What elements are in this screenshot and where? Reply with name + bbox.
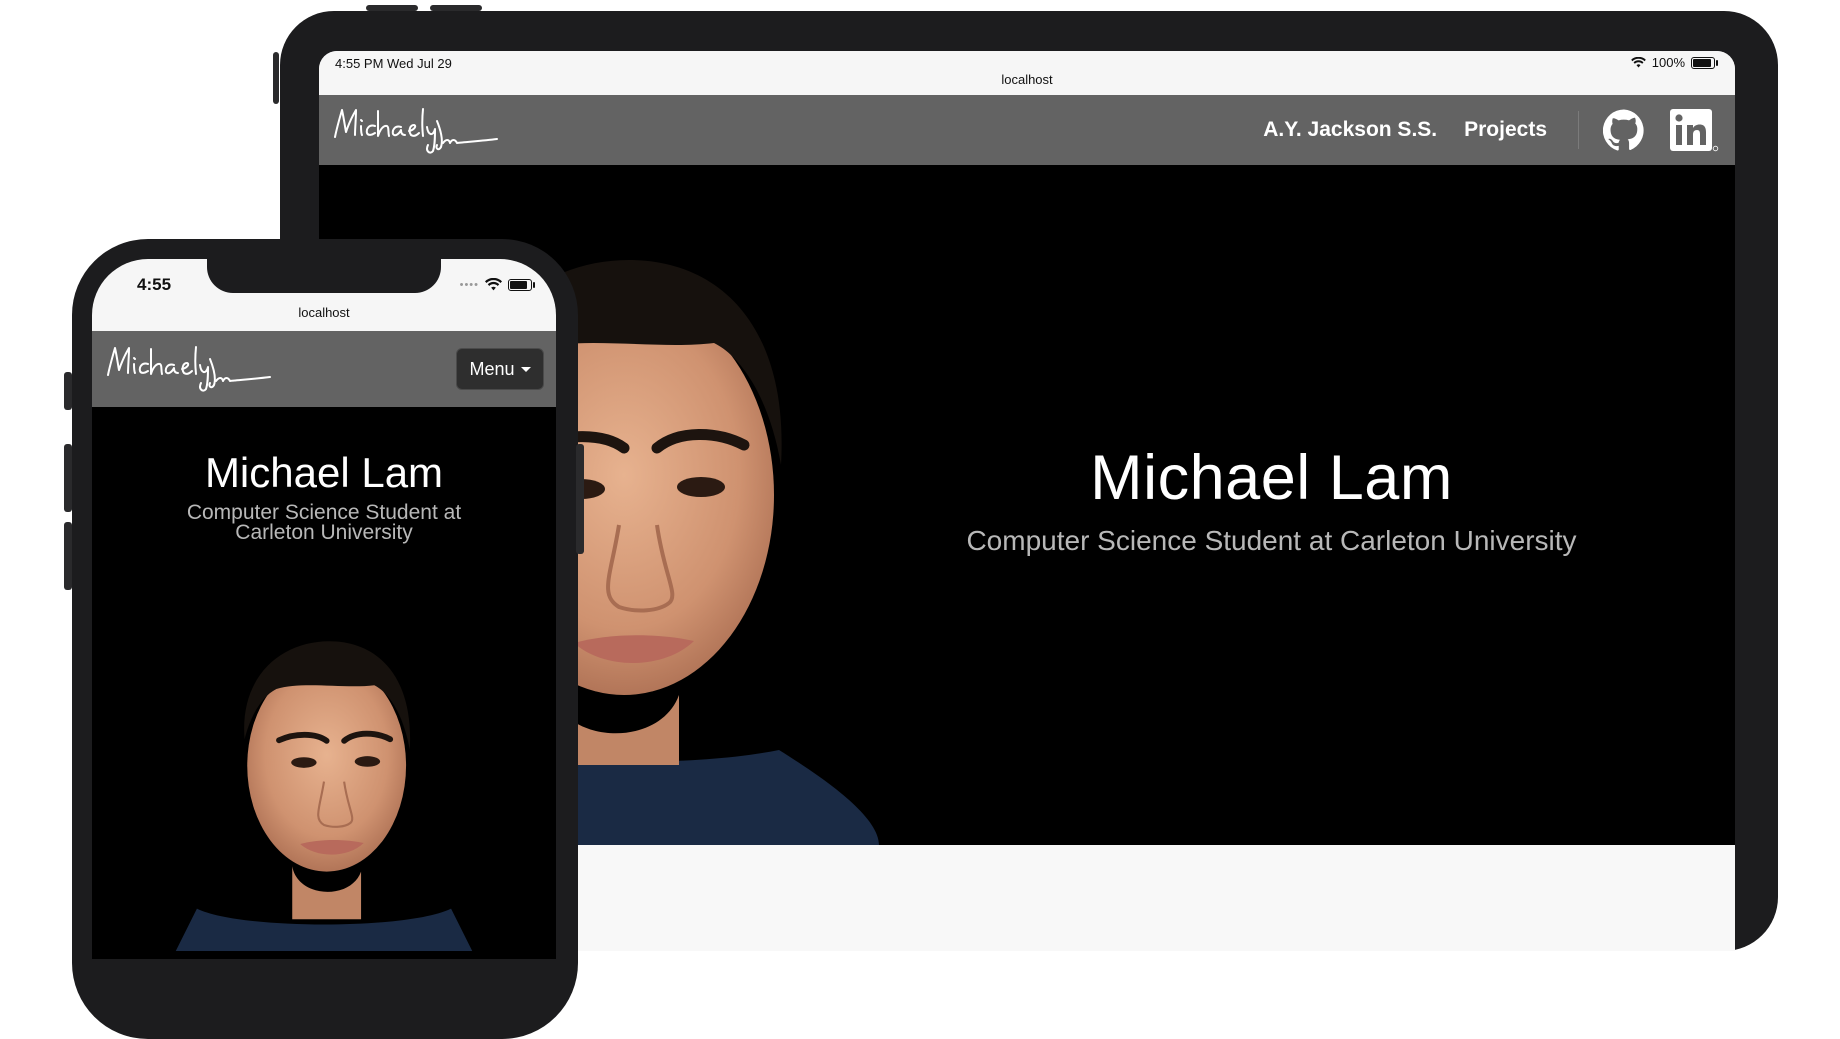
menu-button[interactable]: Menu: [456, 348, 544, 390]
phone-hero-subtitle: Computer Science Student at Carleton Uni…: [186, 501, 462, 544]
wifi-icon: [485, 278, 502, 291]
battery-fill: [1693, 58, 1711, 67]
tablet-hero-name: Michael Lam: [1090, 443, 1453, 513]
battery-icon: [1691, 56, 1718, 69]
phone-hero: Michael Lam Computer Science Student at …: [92, 407, 556, 959]
phone-status-bar: 4:55 •••• localhost: [92, 259, 556, 331]
tablet-status-time: 4:55 PM Wed Jul 29: [335, 56, 452, 71]
signature-logo[interactable]: [104, 343, 274, 393]
battery-fill: [510, 280, 527, 289]
signal-dots-icon: ••••: [459, 278, 479, 291]
phone-notch: [207, 259, 441, 293]
phone-url[interactable]: localhost: [92, 305, 556, 320]
phone-status-right: ••••: [459, 278, 535, 291]
signature-logo[interactable]: [331, 105, 501, 155]
phone-side-button: [64, 444, 72, 512]
linkedin-icon[interactable]: [1669, 107, 1719, 153]
tablet-top-button: [366, 5, 418, 11]
github-icon[interactable]: [1603, 109, 1645, 151]
caret-down-icon: [520, 366, 531, 372]
nav-link-ayjackson[interactable]: A.Y. Jackson S.S.: [1263, 118, 1437, 142]
nav-divider: [1578, 111, 1579, 149]
tablet-side-button: [273, 52, 279, 104]
phone-side-button: [576, 444, 584, 554]
menu-button-label: Menu: [469, 358, 515, 379]
phone-hero-name: Michael Lam: [204, 449, 444, 496]
tablet-battery-text: 100%: [1651, 55, 1685, 70]
battery-icon: [508, 278, 535, 291]
wifi-icon: [1630, 57, 1646, 68]
phone-navbar: Menu: [92, 331, 556, 407]
profile-photo: [175, 641, 473, 951]
tablet-top-button: [430, 5, 482, 11]
phone-side-button: [64, 372, 72, 410]
tablet-navbar: A.Y. Jackson S.S. Projects: [319, 95, 1735, 165]
nav-link-projects[interactable]: Projects: [1464, 118, 1547, 142]
tablet-url[interactable]: localhost: [319, 72, 1735, 87]
tablet-status-right: 100%: [1630, 55, 1718, 70]
phone-screen: 4:55 •••• localhost Menu Michael Lam Com…: [92, 259, 556, 959]
phone-status-time: 4:55: [137, 275, 172, 294]
phone-side-button: [64, 522, 72, 590]
tablet-status-bar: 4:55 PM Wed Jul 29 localhost 100%: [319, 51, 1735, 95]
tablet-hero-subtitle: Computer Science Student at Carleton Uni…: [966, 525, 1577, 556]
tablet-nav-links: A.Y. Jackson S.S. Projects: [1263, 95, 1719, 165]
